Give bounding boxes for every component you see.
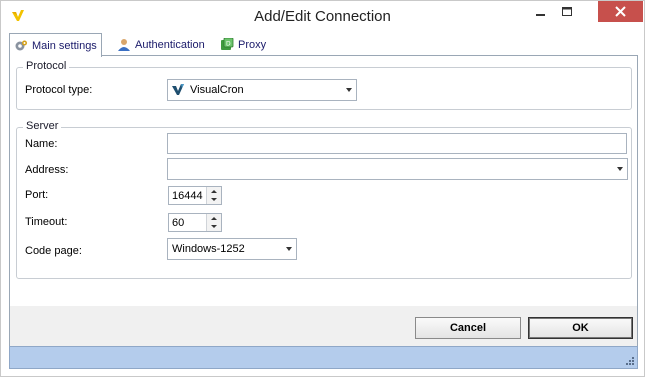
code-page-select[interactable]: Windows-1252 (167, 238, 297, 260)
user-icon (118, 39, 130, 51)
close-icon (615, 6, 626, 17)
port-down-button[interactable] (207, 195, 221, 204)
timeout-down-button[interactable] (207, 222, 221, 231)
code-page-label: Code page: (25, 245, 82, 257)
cancel-button[interactable]: Cancel (415, 317, 521, 339)
maximize-button[interactable] (554, 1, 581, 23)
timeout-value[interactable]: 60 (169, 214, 206, 231)
tab-authentication[interactable]: Authentication (113, 35, 209, 55)
timeout-up-button[interactable] (207, 214, 221, 223)
port-up-button[interactable] (207, 187, 221, 196)
protocol-group-legend: Protocol (23, 60, 70, 72)
chevron-down-icon[interactable] (342, 80, 356, 100)
visualcron-icon (172, 84, 184, 95)
chevron-down-icon[interactable] (282, 239, 296, 259)
proxy-icon: D (221, 38, 234, 50)
address-select[interactable] (167, 158, 628, 180)
button-bar: Cancel OK (9, 306, 638, 346)
code-page-value: Windows-1252 (172, 243, 245, 255)
address-label: Address: (25, 164, 69, 176)
close-button[interactable] (598, 1, 643, 22)
timeout-stepper[interactable]: 60 (168, 213, 222, 232)
resize-grip-icon[interactable] (625, 356, 635, 366)
port-label: Port: (25, 189, 49, 201)
svg-text:D: D (226, 41, 231, 48)
protocol-type-label: Protocol type: (25, 84, 93, 96)
tab-authentication-label: Authentication (135, 39, 205, 51)
timeout-label: Timeout: (25, 216, 68, 228)
server-group-legend: Server (23, 120, 62, 132)
tab-proxy-label: Proxy (238, 39, 267, 51)
status-bar (9, 346, 638, 369)
main-settings-panel: Protocol Protocol type: VisualCron Serve… (9, 55, 638, 307)
tab-main-settings[interactable]: Main settings (9, 33, 102, 57)
chevron-down-icon[interactable] (613, 159, 627, 179)
maximize-icon (562, 7, 572, 16)
minimize-icon (536, 14, 545, 16)
chevron-down-icon (211, 225, 217, 229)
dialog-window: Add/Edit Connection Main settings Authen… (0, 0, 645, 377)
gear-icon (15, 40, 27, 50)
tab-proxy[interactable]: D Proxy (216, 35, 270, 55)
protocol-type-value: VisualCron (190, 84, 244, 96)
chevron-up-icon (211, 189, 217, 193)
protocol-type-select[interactable]: VisualCron (167, 79, 357, 101)
name-field[interactable] (167, 133, 627, 154)
title-bar[interactable]: Add/Edit Connection (1, 1, 644, 32)
tab-main-settings-label: Main settings (32, 39, 97, 52)
minimize-button[interactable] (527, 1, 554, 23)
port-value[interactable]: 16444 (169, 187, 206, 204)
tab-strip: Main settings Authentication D Proxy (9, 33, 638, 57)
ok-button[interactable]: OK (528, 317, 633, 339)
port-stepper[interactable]: 16444 (168, 186, 222, 205)
name-label: Name: (25, 138, 58, 150)
chevron-down-icon (211, 198, 217, 202)
chevron-up-icon (211, 216, 217, 220)
